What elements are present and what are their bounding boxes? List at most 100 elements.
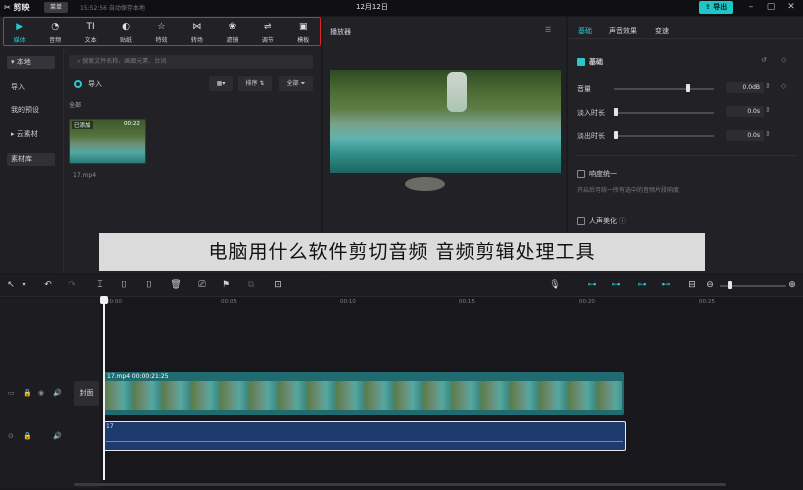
fade-out-stepper-icon[interactable]: ⇕ (765, 130, 771, 138)
tool-transition[interactable]: ⋈ 转场 (179, 17, 214, 48)
text-icon: TI (86, 21, 95, 32)
zoom-out-icon[interactable]: ⊖ (704, 279, 716, 291)
split-icon[interactable]: ⌶ (94, 279, 106, 291)
track-toggle-icon[interactable]: ▭ (8, 389, 15, 397)
tool-template[interactable]: ▣ 模板 (286, 17, 321, 48)
fade-out-input[interactable]: 0.0s (726, 130, 764, 141)
audio-icon: ◔ (51, 21, 60, 32)
tool-audio[interactable]: ◔ 音频 (37, 17, 72, 48)
fade-out-slider[interactable] (614, 135, 714, 137)
tab-speed[interactable]: 变速 (655, 26, 669, 36)
reset-icon[interactable]: ↺ (761, 56, 767, 64)
video-preview (330, 70, 561, 173)
audio-lock-icon[interactable]: 🔒 (23, 432, 32, 440)
view-toggle-button[interactable]: ▦▾ (209, 76, 233, 91)
loudness-checkbox[interactable] (577, 170, 585, 178)
fade-in-slider[interactable] (614, 112, 714, 114)
link-icon[interactable]: ⊶ (610, 279, 622, 291)
magnet-icon[interactable]: ⊶ (586, 279, 598, 291)
copy-icon[interactable]: ⧉ (245, 279, 257, 291)
microphone-icon[interactable]: 🎙 (549, 279, 561, 291)
redo-icon[interactable]: ↷ (66, 279, 78, 291)
fade-in-input[interactable]: 0.0s (726, 106, 764, 117)
maximize-icon[interactable]: ▢ (765, 2, 777, 13)
import-button[interactable]: 导入 (88, 79, 102, 89)
minimize-icon[interactable]: – (745, 2, 757, 13)
export-button[interactable]: ⇪ 导出 (699, 1, 733, 14)
volume-keyframe-icon[interactable]: ◇ (781, 82, 786, 90)
voice-beautify-label: 人声美化 (589, 217, 617, 225)
fade-out-label: 淡出时长 (577, 132, 605, 140)
close-icon[interactable]: ✕ (785, 2, 797, 13)
lock-icon[interactable]: 🔒 (23, 389, 32, 397)
tab-basic[interactable]: 基础 (578, 26, 592, 36)
basic-checkbox[interactable] (577, 58, 585, 66)
cover-button[interactable]: 封面 (74, 381, 99, 406)
sidebar-item-import[interactable]: 导入 (7, 81, 55, 94)
keyframe-icon[interactable]: ◇ (781, 56, 786, 64)
hamburger-icon[interactable]: ☰ (545, 26, 551, 34)
zoom-in-icon[interactable]: ⊕ (786, 279, 798, 291)
player-title: 播放器 (330, 28, 351, 36)
sort-icon: ⇅ (259, 80, 265, 87)
playhead-line[interactable] (103, 298, 105, 480)
import-icon[interactable] (74, 80, 82, 88)
freeze-icon[interactable]: ⎚ (196, 279, 208, 291)
audio-clip[interactable] (103, 421, 626, 451)
ruler-tick: 00:20 (579, 299, 595, 305)
volume-icon[interactable]: 🔊 (53, 389, 62, 397)
snap-icon[interactable]: ⊷ (660, 279, 672, 291)
voice-beautify-checkbox[interactable] (577, 217, 585, 225)
volume-stepper-icon[interactable]: ⇕ (765, 82, 771, 90)
menu-button[interactable]: 菜单 (44, 2, 68, 13)
ruler-tick: 00:15 (459, 299, 475, 305)
help-icon[interactable]: ⓘ (619, 216, 626, 226)
sticker-icon: ◐ (122, 21, 130, 32)
filter-icon: ❀ (228, 21, 237, 32)
fade-in-slider-knob[interactable] (614, 108, 618, 116)
zoom-slider-knob[interactable] (728, 281, 732, 289)
timeline-scrollbar[interactable] (74, 483, 726, 486)
tool-adjust[interactable]: ⇌ 调节 (250, 17, 285, 48)
flag-icon[interactable]: ⚑ (220, 279, 232, 291)
caption-icon[interactable]: ⊟ (686, 279, 698, 291)
split-left-icon[interactable]: ⌷ (118, 279, 130, 291)
app-logo: ✂ 剪映 (4, 2, 30, 13)
sidebar-item-local[interactable]: ▾ 本地 (7, 56, 55, 69)
delete-icon[interactable]: 🗑 (170, 279, 182, 291)
eye-icon[interactable]: ◉ (38, 389, 44, 397)
loudness-label: 响度统一 (589, 170, 617, 178)
sidebar-item-cloud[interactable]: ▸ 云素材 (7, 128, 55, 141)
fade-in-label: 淡入时长 (577, 109, 605, 117)
fade-in-stepper-icon[interactable]: ⇕ (765, 106, 771, 114)
sidebar-item-library[interactable]: 素材库 (7, 153, 55, 166)
chevron-down-icon[interactable]: ▾ (18, 279, 30, 291)
tool-sticker[interactable]: ◐ 贴纸 (108, 17, 143, 48)
volume-input[interactable]: 0.0dB (726, 82, 764, 93)
ruler-tick: 00:00 (106, 299, 122, 305)
tool-text[interactable]: TI 文本 (73, 17, 108, 48)
tool-effects[interactable]: ☆ 特效 (144, 17, 179, 48)
sidebar-item-presets[interactable]: 我的预设 (7, 104, 55, 117)
volume-slider[interactable] (614, 88, 714, 90)
split-right-icon[interactable]: ⌷ (143, 279, 155, 291)
sort-label: 排序 (245, 80, 258, 87)
autosave-status: 15:52:56 自动保存本地 (80, 5, 145, 12)
audio-volume-icon[interactable]: 🔊 (53, 432, 62, 440)
fade-out-slider-knob[interactable] (614, 131, 618, 139)
crop-icon[interactable]: ⊡ (272, 279, 284, 291)
adjust-icon: ⇌ (264, 21, 272, 32)
tool-media[interactable]: ▶ 媒体 (2, 17, 37, 48)
preview-axis-icon[interactable]: ⊶ (636, 279, 648, 291)
audio-track-toggle-icon[interactable]: ⊙ (8, 432, 14, 440)
undo-icon[interactable]: ↶ (42, 279, 54, 291)
search-input[interactable]: ⌕ 搜索文件名称、画面元素、台词 (69, 55, 313, 69)
select-cursor-icon[interactable]: ↖ (5, 279, 17, 291)
playhead-handle[interactable] (100, 296, 108, 304)
preview-rock (405, 177, 445, 191)
filter-button[interactable]: 全部 ⏷ (279, 76, 313, 91)
sort-button[interactable]: 排序 ⇅ (238, 76, 272, 91)
tool-filter[interactable]: ❀ 滤镜 (215, 17, 250, 48)
volume-slider-knob[interactable] (686, 84, 690, 92)
tab-voice-effects[interactable]: 声音效果 (609, 26, 637, 36)
